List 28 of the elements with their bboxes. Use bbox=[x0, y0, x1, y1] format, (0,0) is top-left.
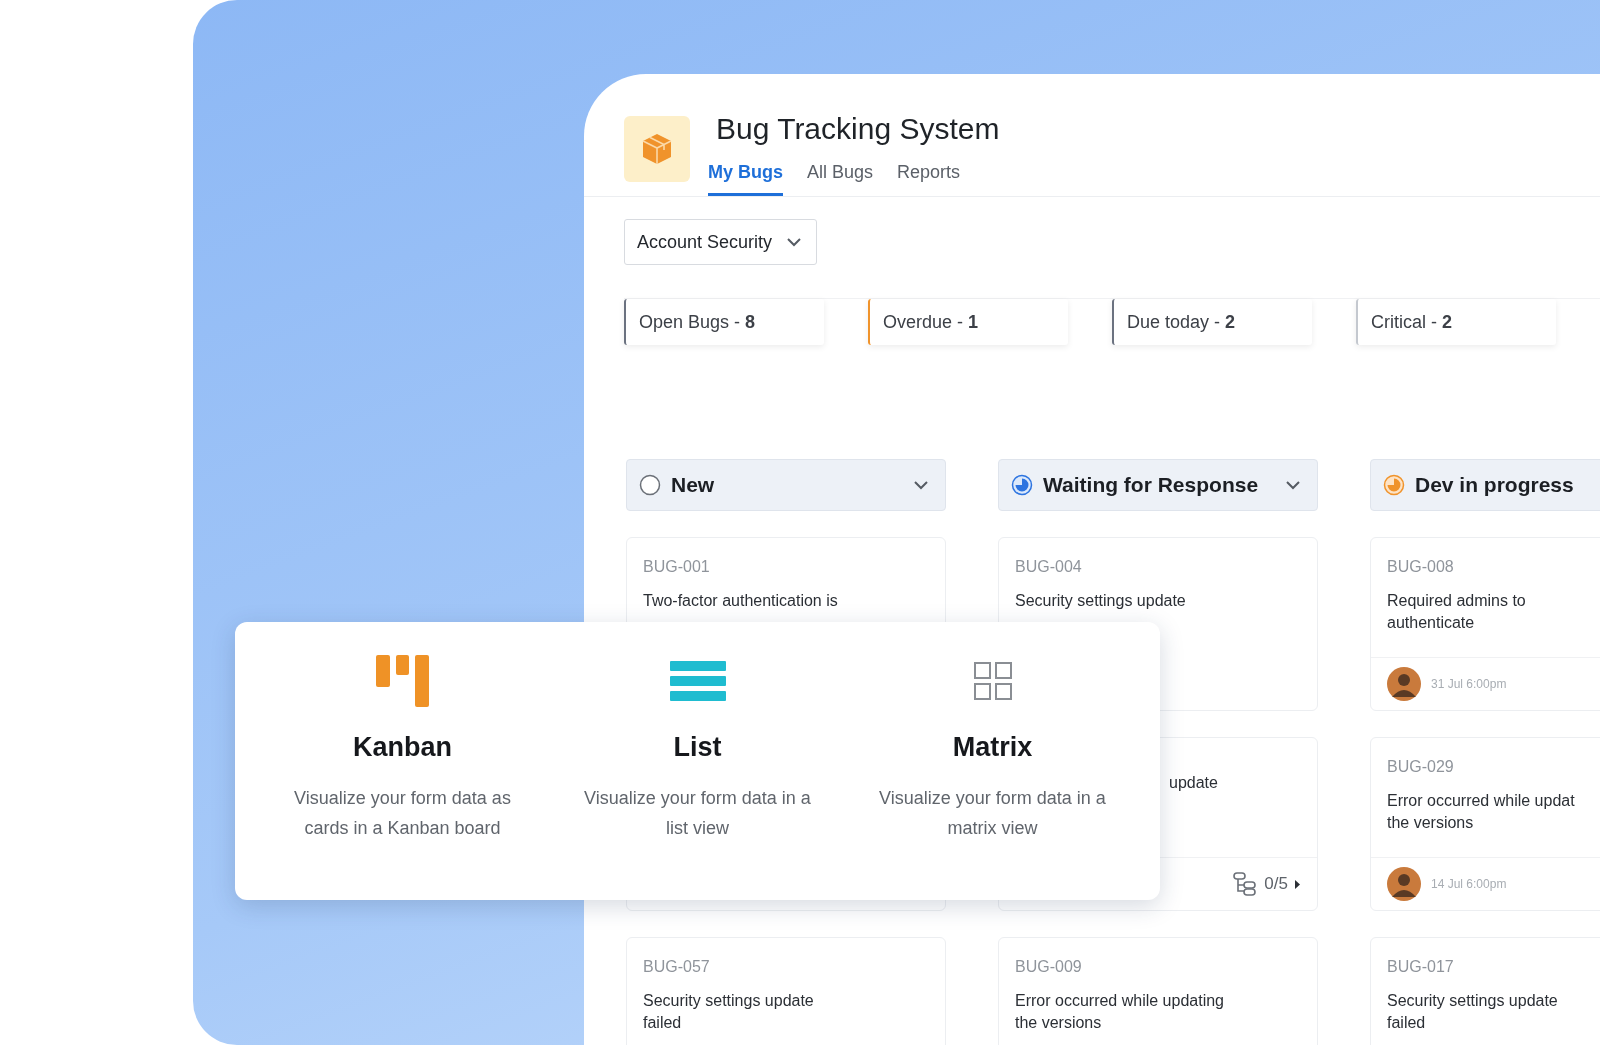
column-title: Waiting for Response bbox=[1043, 473, 1260, 497]
due-date: 14 Jul 6:00pm bbox=[1431, 877, 1507, 891]
view-description: Visualize your form data in a matrix view bbox=[878, 787, 1107, 840]
bug-title: Security settings update failed bbox=[1387, 991, 1559, 1033]
bug-title: Security settings update bbox=[1015, 591, 1187, 611]
bug-title: update bbox=[1168, 773, 1219, 793]
view-title: Matrix bbox=[952, 732, 1033, 763]
subtask-count: 0/5 bbox=[1264, 874, 1288, 894]
view-description: Visualize your form data in a list view bbox=[583, 787, 812, 840]
bug-title: Required admins to authenticate bbox=[1387, 591, 1527, 633]
view-title: Kanban bbox=[353, 732, 452, 763]
bug-id: BUG-001 bbox=[643, 558, 711, 576]
bug-id: BUG-008 bbox=[1387, 558, 1455, 576]
bug-id: BUG-029 bbox=[1387, 758, 1455, 776]
due-date: 31 Jul 6:00pm bbox=[1431, 677, 1507, 691]
bug-title: Error occurred while updat the versions bbox=[1387, 791, 1576, 833]
bug-id: BUG-009 bbox=[1015, 958, 1083, 976]
bug-title: Two-factor authentication is bbox=[643, 591, 839, 611]
column-title: Dev in progress bbox=[1415, 473, 1575, 497]
bug-title: Security settings update failed bbox=[643, 991, 815, 1033]
bug-title: Error occurred while updating the versions bbox=[1015, 991, 1225, 1033]
view-title: List bbox=[673, 732, 722, 763]
bug-id: BUG-004 bbox=[1015, 558, 1083, 576]
bug-id: BUG-057 bbox=[643, 958, 711, 976]
bug-id: BUG-017 bbox=[1387, 958, 1455, 976]
app-title: Bug Tracking System bbox=[716, 112, 1000, 146]
view-description: Visualize your form data as cards in a Kanban board bbox=[293, 787, 512, 840]
column-title: New bbox=[671, 473, 716, 497]
